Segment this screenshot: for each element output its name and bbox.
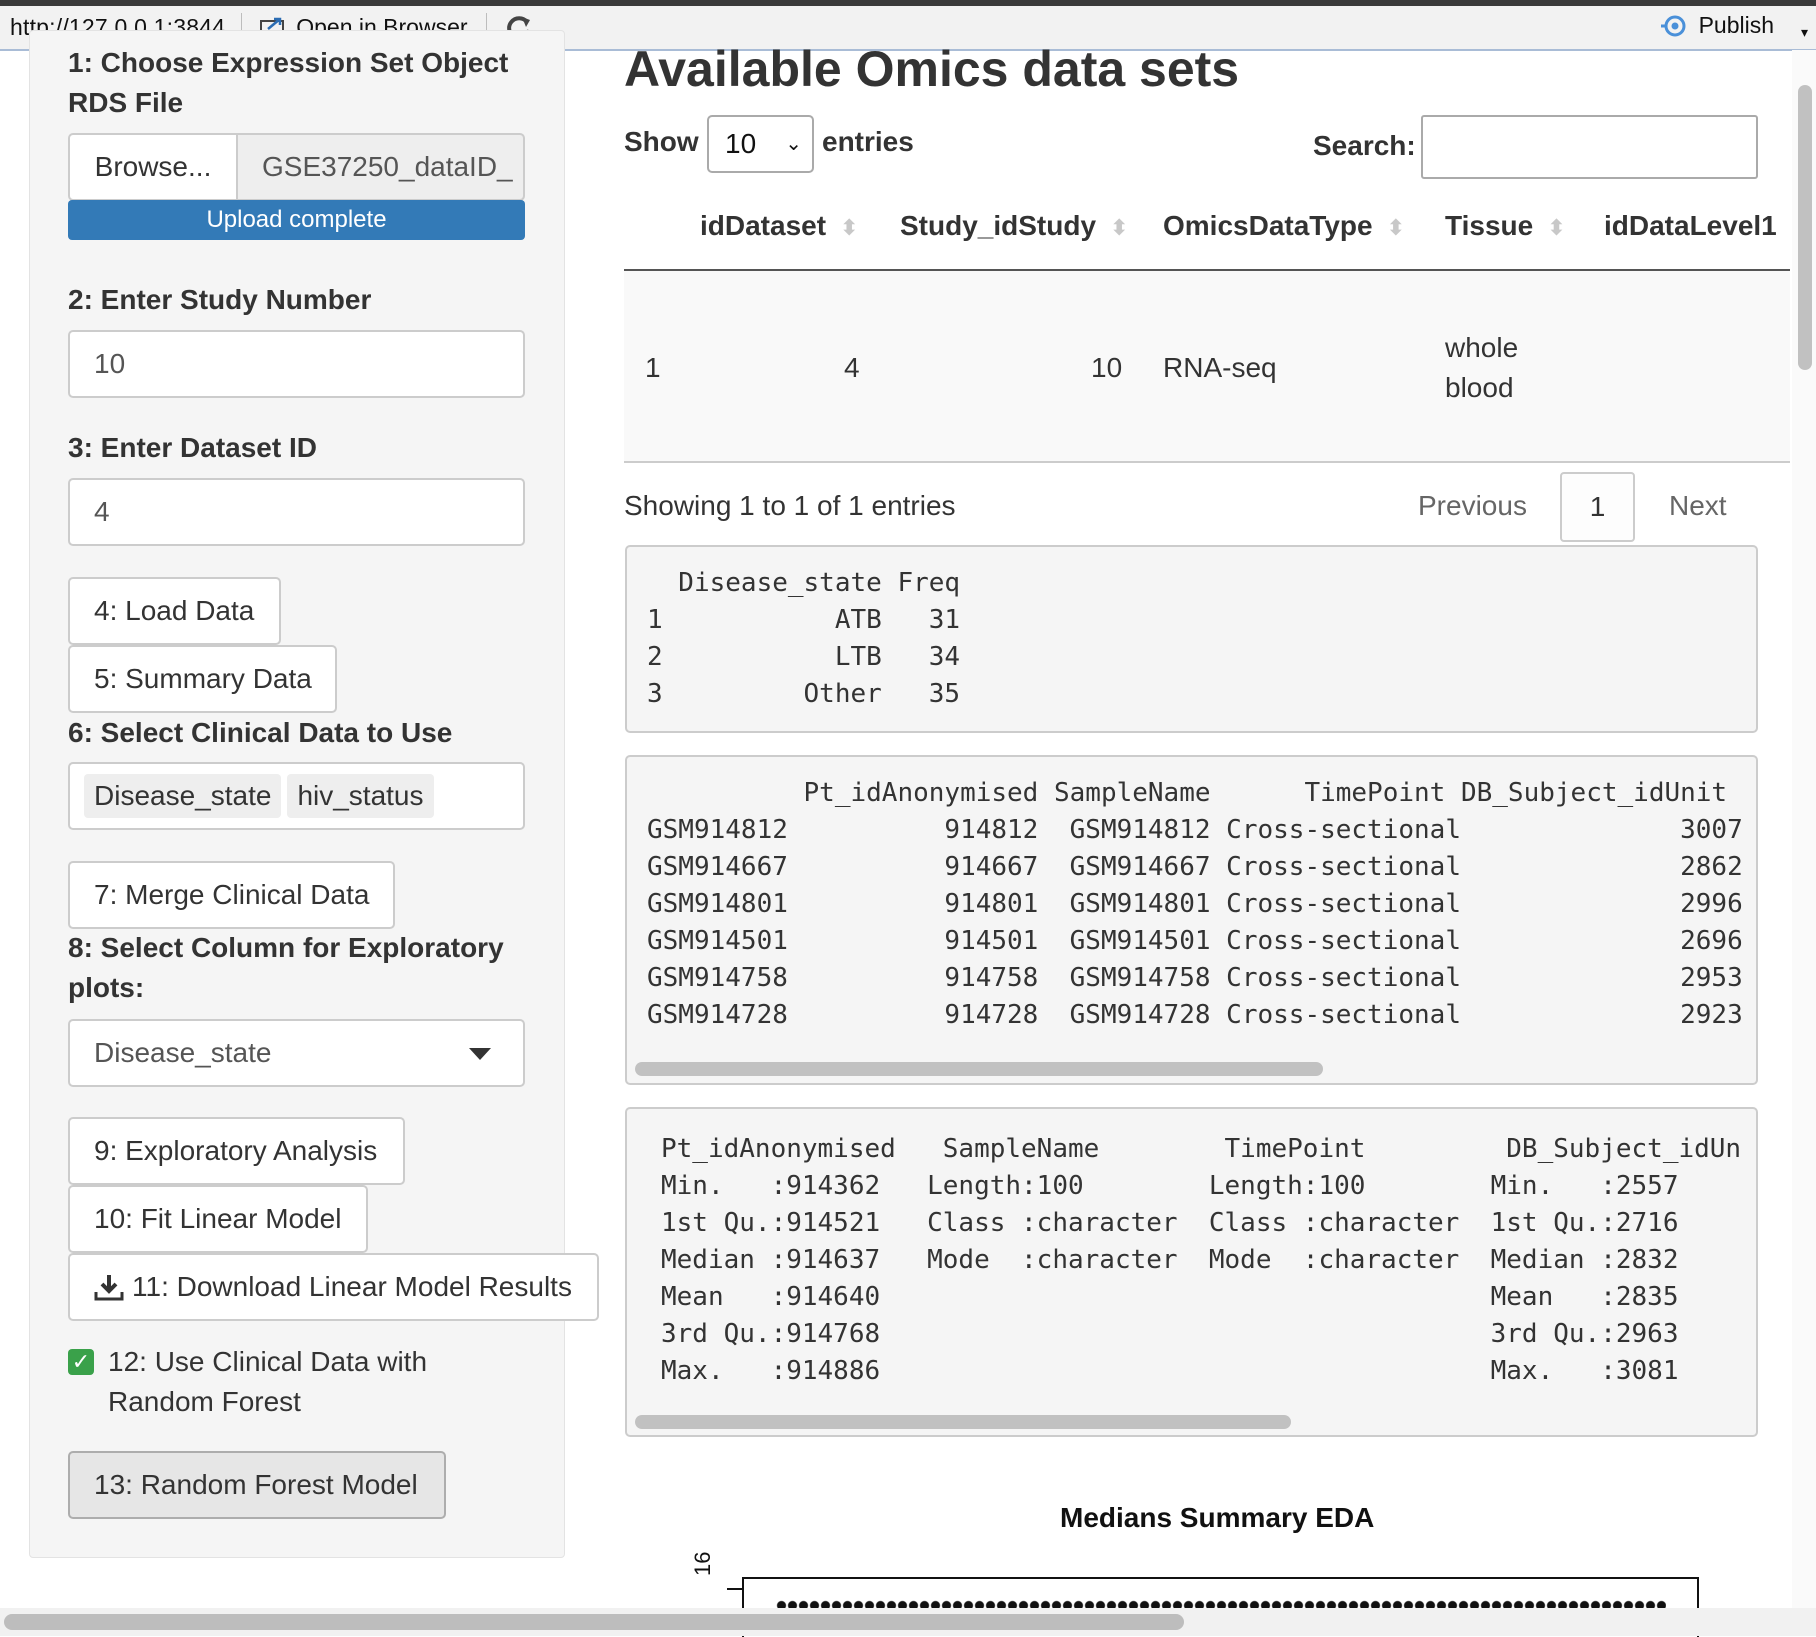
chevron-down-icon: ⌄ <box>785 133 802 155</box>
sort-icon: ⬍ <box>1110 215 1129 240</box>
summary-output: Pt_idAnonymised SampleName TimePoint DB_… <box>625 1107 1758 1437</box>
output-line: 3rd Qu.:914768 3rd Qu.:2963 <box>661 1319 1679 1349</box>
study-number-input[interactable]: 10 <box>68 330 525 398</box>
publish-icon <box>1660 15 1686 36</box>
browse-button[interactable]: Browse... <box>68 133 238 201</box>
cell-tissue-line1: whole <box>1445 332 1519 363</box>
exploratory-column-select[interactable]: Disease_state <box>68 1019 525 1087</box>
entries-label: entries <box>822 126 914 157</box>
sort-icon: ⬍ <box>1547 215 1566 240</box>
output-line: Pt_idAnonymised SampleName TimePoint DB_… <box>647 778 1728 808</box>
pagination-next[interactable]: Next <box>1669 490 1727 522</box>
output-line: GSM914667 914667 GSM914667 Cross-section… <box>647 852 1743 882</box>
step6-label: 6: Select Clinical Data to Use <box>68 717 453 748</box>
use-clinical-rf-checkbox[interactable]: ✓ <box>68 1349 94 1375</box>
sort-icon: ⬍ <box>840 215 859 240</box>
horizontal-scrollbar[interactable] <box>635 1062 1323 1076</box>
output-line: 1st Qu.:914521 Class :character Class :c… <box>661 1208 1679 1238</box>
column-header-study-idstudy[interactable]: Study_idStudy ⬍ <box>900 210 1128 242</box>
page-title: Available Omics data sets <box>624 41 1240 97</box>
cell-row-index: 1 <box>645 352 661 383</box>
cell-study-idstudy: 10 <box>1091 352 1123 383</box>
fit-linear-model-button[interactable]: 10: Fit Linear Model <box>68 1185 368 1253</box>
sort-icon: ⬍ <box>1386 215 1405 240</box>
output-line: Max. :914886 Max. :3081 <box>661 1356 1679 1386</box>
plot-ytick-mark <box>727 1588 742 1590</box>
download-linear-label: 11: Download Linear Model Results <box>132 1271 572 1302</box>
show-label: Show <box>624 126 699 157</box>
vertical-scrollbar[interactable] <box>1798 85 1812 370</box>
clinical-data-multiselect[interactable]: Disease_state hiv_status <box>68 762 525 830</box>
page-horizontal-scrollbar[interactable] <box>4 1614 1184 1630</box>
summary-data-button[interactable]: 5: Summary Data <box>68 645 337 713</box>
pagination-page-1[interactable]: 1 <box>1560 472 1635 542</box>
output-line: GSM914812 914812 GSM914812 Cross-section… <box>647 815 1743 845</box>
dataset-id-input[interactable]: 4 <box>68 478 525 546</box>
column-header-tissue[interactable]: Tissue ⬍ <box>1445 210 1566 242</box>
download-icon <box>94 1275 124 1301</box>
search-input[interactable] <box>1421 115 1758 179</box>
output-line: Median :914637 Mode :character Mode :cha… <box>661 1245 1679 1275</box>
dropdown-caret-icon <box>469 1048 491 1060</box>
step1-label: 1: Choose Expression Set Object RDS File <box>68 47 509 118</box>
cell-tissue-line2: blood <box>1445 372 1514 403</box>
output-line: GSM914758 914758 GSM914758 Cross-section… <box>647 963 1743 993</box>
output-line: 1 ATB 31 <box>647 605 961 635</box>
pagination-previous[interactable]: Previous <box>1418 490 1527 522</box>
output-line: GSM914501 914501 GSM914501 Cross-section… <box>647 926 1743 956</box>
random-forest-button[interactable]: 13: Random Forest Model <box>68 1451 446 1519</box>
column-header-iddatalevel1[interactable]: idDataLevel1 <box>1604 210 1777 242</box>
publish-menu-caret-icon[interactable]: ▾ <box>1801 24 1808 41</box>
file-name-field: GSE37250_dataID_ <box>236 133 525 201</box>
exploratory-analysis-button[interactable]: 9: Exploratory Analysis <box>68 1117 405 1185</box>
publish-button[interactable]: Publish <box>1659 12 1774 39</box>
clinical-tag[interactable]: hiv_status <box>287 774 434 818</box>
publish-label: Publish <box>1698 12 1774 38</box>
table-info: Showing 1 to 1 of 1 entries <box>624 490 956 521</box>
step3-label: 3: Enter Dataset ID <box>68 432 317 463</box>
download-linear-results-button[interactable]: 11: Download Linear Model Results <box>68 1253 599 1321</box>
plot-ytick-label: 16 <box>690 1551 715 1576</box>
entries-length-select[interactable]: 10 ⌄ <box>707 115 814 173</box>
column-header-iddataset[interactable]: idDataset ⬍ <box>700 210 858 242</box>
load-data-button[interactable]: 4: Load Data <box>68 577 281 645</box>
output-line: Min. :914362 Length:100 Length:100 Min. … <box>661 1171 1679 1201</box>
merge-clinical-data-button[interactable]: 7: Merge Clinical Data <box>68 861 395 929</box>
output-line: Pt_idAnonymised SampleName TimePoint DB_… <box>661 1134 1742 1164</box>
plot-title: Medians Summary EDA <box>1060 1502 1375 1533</box>
column-header-omicsdatatype[interactable]: OmicsDataType ⬍ <box>1163 210 1405 242</box>
upload-progress-bar: Upload complete <box>68 200 525 240</box>
step8-label: 8: Select Column for Exploratory plots: <box>68 932 504 1003</box>
output-line: 3 Other 35 <box>647 679 961 709</box>
use-clinical-rf-label[interactable]: 12: Use Clinical Data with Random Forest <box>108 1342 508 1422</box>
output-line: Mean :914640 Mean :2835 <box>661 1282 1679 1312</box>
search-label: Search: <box>1313 130 1416 161</box>
output-line: GSM914728 914728 GSM914728 Cross-section… <box>647 1000 1743 1030</box>
exploratory-column-value: Disease_state <box>94 1037 272 1068</box>
cell-omicsdatatype: RNA-seq <box>1163 352 1277 383</box>
horizontal-scrollbar[interactable] <box>635 1415 1291 1429</box>
entries-length-value: 10 <box>725 128 757 159</box>
output-line: Disease_state Freq <box>647 568 961 598</box>
output-line: GSM914801 914801 GSM914801 Cross-section… <box>647 889 1743 919</box>
step2-label: 2: Enter Study Number <box>68 284 372 315</box>
clinical-tag[interactable]: Disease_state <box>84 774 282 818</box>
cell-iddataset: 4 <box>844 352 860 383</box>
output-line: 2 LTB 34 <box>647 642 961 672</box>
disease-freq-output: Disease_state Freq 1 ATB 31 2 LTB 34 3 O… <box>625 545 1758 733</box>
sample-head-output: Pt_idAnonymised SampleName TimePoint DB_… <box>625 755 1758 1085</box>
